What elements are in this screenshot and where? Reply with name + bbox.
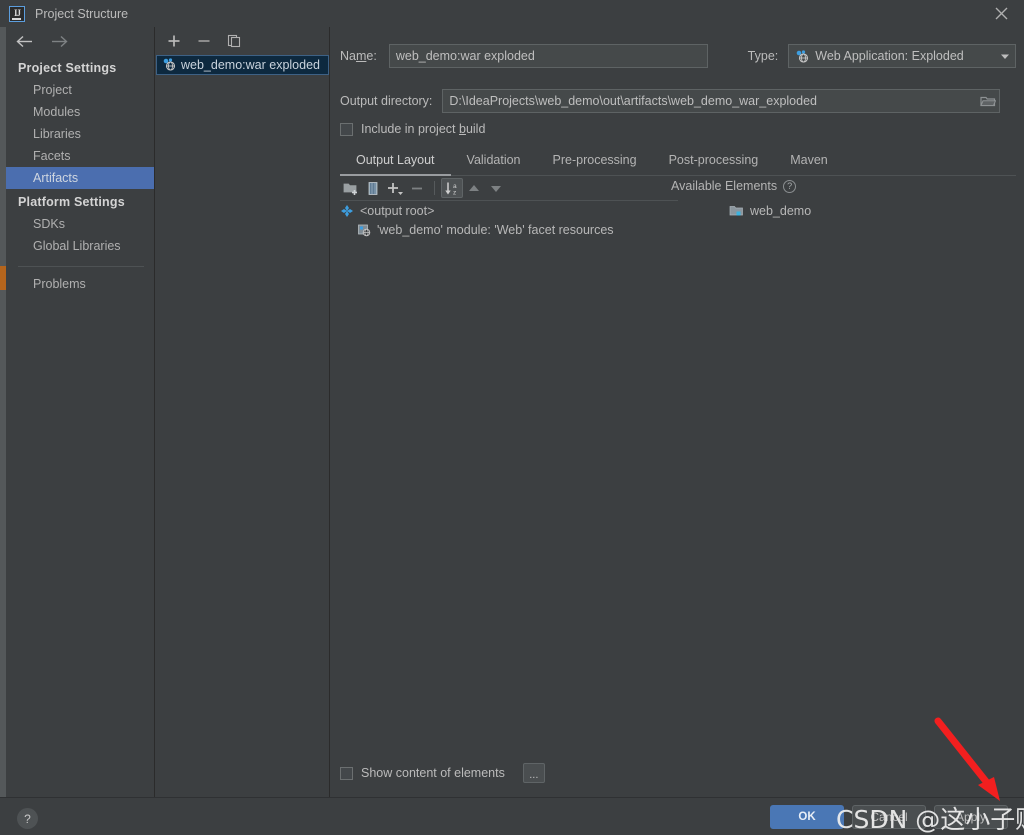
list-item-label: web_demo:war exploded [181, 58, 320, 72]
help-button[interactable]: ? [17, 808, 38, 829]
output-directory-row: Output directory: D:\IdeaProjects\web_de… [340, 89, 1016, 113]
folder-icon[interactable] [980, 94, 997, 108]
copy-artifact-button[interactable] [226, 33, 242, 49]
facet-resources-icon [357, 223, 371, 237]
sort-az-icon[interactable]: a z [441, 178, 463, 198]
name-input-value: web_demo:war exploded [395, 49, 535, 63]
tab-validation[interactable]: Validation [451, 149, 537, 176]
tab-pre-processing[interactable]: Pre-processing [537, 149, 653, 176]
name-input[interactable]: web_demo:war exploded [388, 44, 708, 68]
available-elements-label: Available Elements [671, 179, 778, 193]
tree-node-output-root[interactable]: <output root> [340, 201, 678, 220]
sidebar-item-sdks[interactable]: SDKs [6, 213, 154, 235]
artifacts-list-panel: web_demo:war exploded [156, 27, 330, 797]
sidebar-item-libraries[interactable]: Libraries [6, 123, 154, 145]
intellij-logo-text: IJ [13, 8, 21, 18]
list-item[interactable]: web_demo:war exploded [156, 55, 329, 75]
available-element-web-demo[interactable]: web_demo [681, 201, 1016, 220]
tab-post-processing[interactable]: Post-processing [653, 149, 775, 176]
sidebar-item-global-libraries[interactable]: Global Libraries [6, 235, 154, 257]
web-artifact-icon [795, 49, 809, 63]
include-in-build-label: Include in project build [361, 122, 486, 136]
type-label: Type: [747, 49, 779, 63]
close-icon[interactable] [978, 0, 1024, 27]
available-element-label: web_demo [750, 203, 812, 218]
sidebar-section-project-settings: Project Settings [18, 61, 117, 75]
sidebar-item-problems[interactable]: Problems [6, 273, 154, 295]
arrow-up-icon [463, 178, 485, 198]
sidebar-divider [18, 266, 144, 267]
help-circle-icon[interactable]: ? [783, 179, 797, 193]
chevron-down-icon [999, 50, 1011, 62]
include-in-build-row: Include in project build [340, 122, 485, 136]
web-artifact-icon [162, 57, 176, 74]
sidebar-item-project[interactable]: Project [6, 79, 154, 101]
title-bar: IJ Project Structure [0, 0, 1024, 27]
navigation-row [6, 27, 154, 55]
sidebar-section-platform-settings: Platform Settings [18, 195, 125, 209]
ok-button[interactable]: OK [770, 805, 844, 829]
detail-tabs: Output Layout Validation Pre-processing … [340, 149, 1016, 176]
settings-sidebar: Project Settings Project Modules Librari… [6, 27, 155, 797]
include-in-build-checkbox[interactable] [340, 122, 353, 136]
output-directory-input[interactable]: D:\IdeaProjects\web_demo\out\artifacts\w… [442, 89, 1001, 113]
arrow-down-icon [485, 178, 507, 198]
cancel-button[interactable]: Cancel [852, 805, 926, 829]
name-row: Name: web_demo:war exploded Type: Web Ap… [340, 44, 1016, 68]
toolbar-divider [434, 181, 435, 195]
apply-button[interactable]: Apply [934, 805, 1008, 829]
dialog-bottom-bar: ? OK Cancel Apply [0, 797, 1024, 835]
type-select[interactable]: Web Application: Exploded [788, 44, 1016, 68]
available-elements-header: Available Elements ? [671, 179, 797, 193]
output-directory-value: D:\IdeaProjects\web_demo\out\artifacts\w… [449, 94, 817, 108]
output-root-icon [340, 204, 354, 218]
folder-add-icon[interactable] [340, 178, 362, 198]
arrow-left-icon[interactable] [14, 31, 34, 51]
artifact-detail-panel: Name: web_demo:war exploded Type: Web Ap… [331, 27, 1024, 797]
plus-dropdown-icon[interactable] [384, 178, 406, 198]
tab-output-layout[interactable]: Output Layout [340, 149, 451, 176]
more-options-button[interactable]: ... [522, 763, 545, 783]
output-layout-tree: <output root> 'web_demo' module: 'Web' f… [340, 200, 678, 761]
show-content-row: Show content of elements ... [340, 763, 545, 783]
artifacts-toolbar [156, 29, 329, 53]
intellij-logo-icon: IJ [9, 5, 25, 22]
tree-node-label: <output root> [360, 203, 435, 218]
arrow-right-icon[interactable] [50, 31, 70, 51]
minus-icon [406, 178, 428, 198]
available-elements-list: web_demo [681, 201, 1016, 761]
add-artifact-button[interactable] [166, 33, 182, 49]
svg-text:z: z [453, 189, 456, 196]
remove-artifact-button[interactable] [196, 33, 212, 49]
name-label: Name: [340, 49, 377, 63]
module-icon [729, 204, 744, 218]
show-content-label: Show content of elements [361, 766, 505, 780]
window-title: Project Structure [35, 6, 129, 21]
tree-node-facet-resources[interactable]: 'web_demo' module: 'Web' facet resources [340, 220, 678, 239]
sidebar-item-facets[interactable]: Facets [6, 145, 154, 167]
type-select-value: Web Application: Exploded [815, 49, 964, 63]
show-content-checkbox[interactable] [340, 766, 353, 780]
output-directory-label: Output directory: [340, 94, 433, 108]
sidebar-item-modules[interactable]: Modules [6, 101, 154, 123]
archive-icon[interactable] [362, 178, 384, 198]
tree-node-label: 'web_demo' module: 'Web' facet resources [377, 222, 614, 237]
sidebar-item-artifacts[interactable]: Artifacts [6, 167, 154, 189]
tab-maven[interactable]: Maven [774, 149, 844, 176]
project-structure-dialog: IJ Project Structure Project Settings Pr… [0, 0, 1024, 835]
